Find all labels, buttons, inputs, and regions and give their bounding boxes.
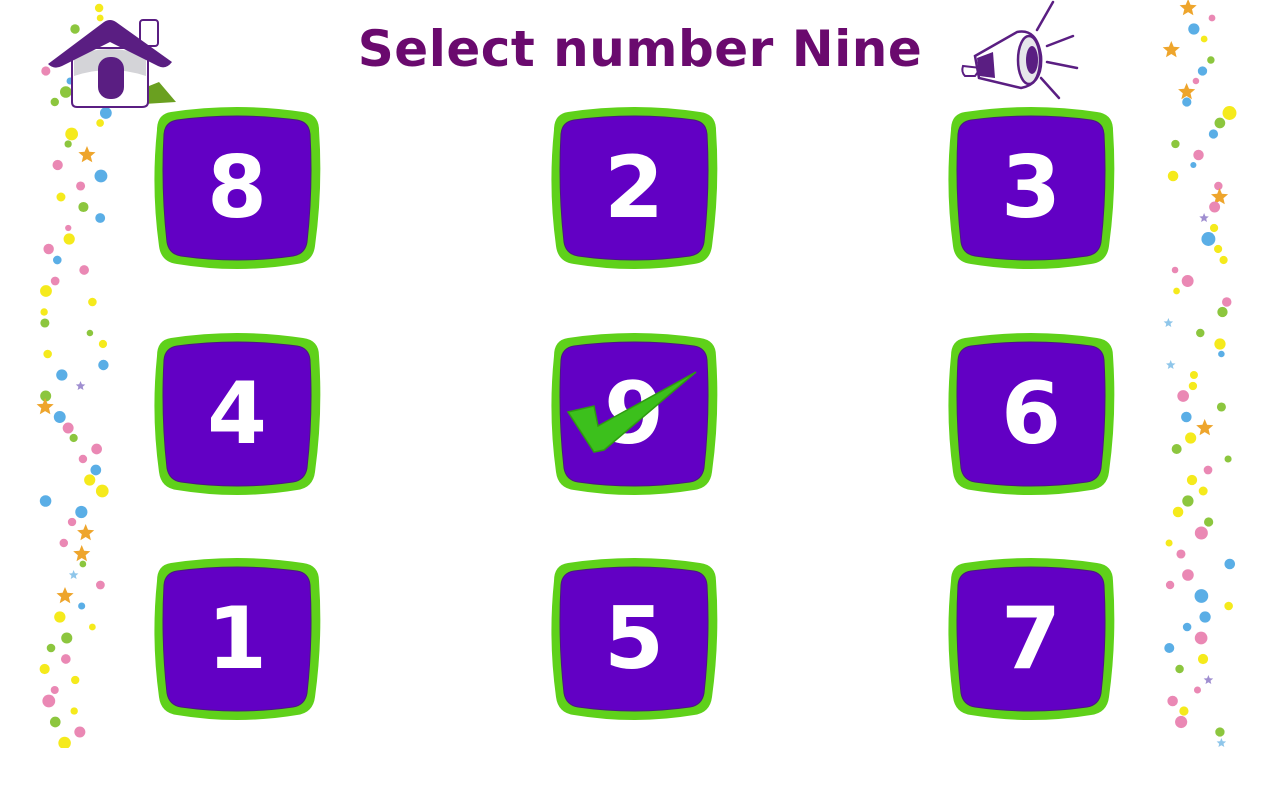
tile-number: 4 xyxy=(207,364,267,464)
number-tile-3[interactable]: 3 xyxy=(947,104,1115,272)
number-tile-4[interactable]: 4 xyxy=(153,330,321,498)
confetti-decoration xyxy=(1162,0,1237,747)
tile-number: 7 xyxy=(1001,589,1061,689)
tile-number: 5 xyxy=(604,589,664,689)
confetti-border-right xyxy=(1162,0,1237,747)
instruction-title: Select number Nine xyxy=(357,20,923,78)
number-tile-7[interactable]: 7 xyxy=(947,555,1115,723)
number-tile-6[interactable]: 6 xyxy=(947,330,1115,498)
confetti-decoration xyxy=(36,3,112,748)
checkmark-icon xyxy=(566,371,697,453)
tile-number: 2 xyxy=(604,138,664,238)
confetti-border-left xyxy=(36,3,112,748)
number-tile-9[interactable]: 9 xyxy=(550,330,718,498)
tile-number: 6 xyxy=(1001,364,1061,464)
number-tile-5[interactable]: 5 xyxy=(550,555,718,723)
tile-number: 8 xyxy=(207,138,267,238)
megaphone-icon xyxy=(961,0,1079,100)
number-tile-8[interactable]: 8 xyxy=(153,104,321,272)
tile-number: 3 xyxy=(1001,138,1061,238)
number-tile-1[interactable]: 1 xyxy=(153,555,321,723)
speaker-button[interactable] xyxy=(955,0,1085,108)
tile-number: 1 xyxy=(207,589,267,689)
number-tile-2[interactable]: 2 xyxy=(550,104,718,272)
